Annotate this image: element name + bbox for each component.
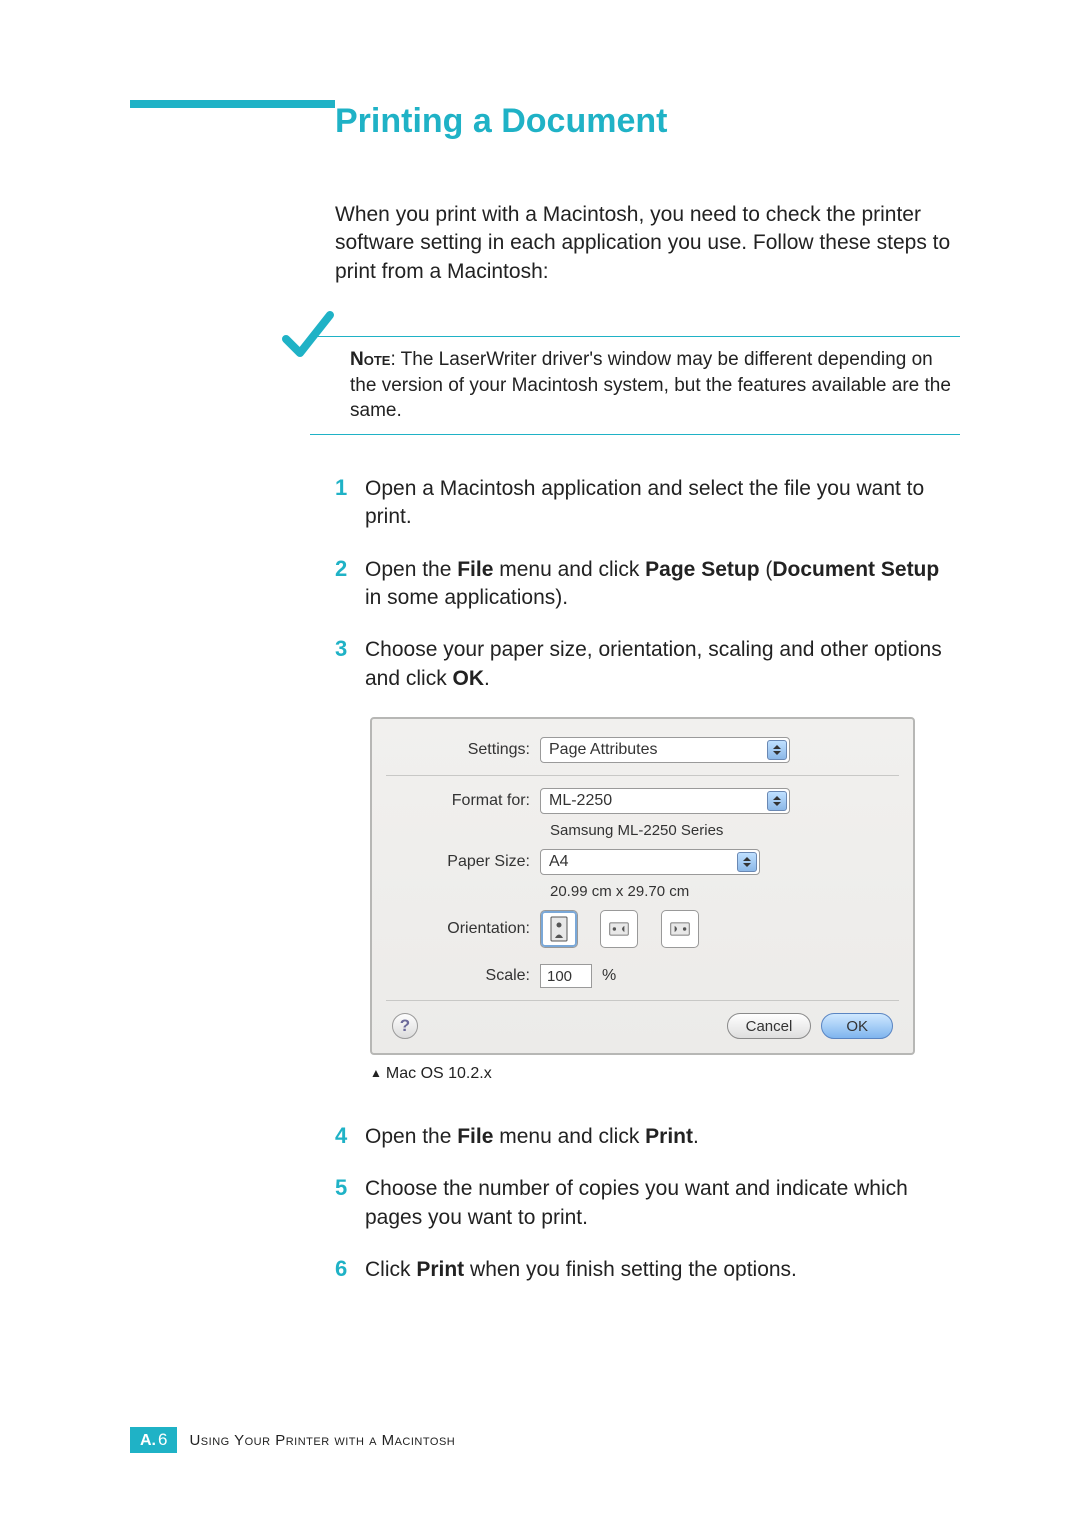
stepper-icon [737,852,757,872]
step-4: 4 Open the File menu and click Print. [335,1123,960,1151]
settings-select[interactable]: Page Attributes [540,737,790,763]
step-number: 3 [335,636,365,662]
step-number: 2 [335,556,365,582]
divider [386,775,899,776]
paper-size-value: A4 [549,853,569,871]
page-heading: Printing a Document [335,102,960,141]
scale-label: Scale: [392,967,540,985]
step-number: 4 [335,1123,365,1149]
format-for-select[interactable]: ML-2250 [540,788,790,814]
orientation-options [540,910,717,948]
step-number: 1 [335,475,365,501]
step-text: Open the File menu and click Print. [365,1123,699,1151]
screenshot-caption: ▲Mac OS 10.2.x [370,1065,960,1083]
orientation-landscape-left-button[interactable] [600,910,638,948]
format-for-value: ML-2250 [549,792,612,810]
settings-value: Page Attributes [549,741,658,759]
step-text: Click Print when you finish setting the … [365,1256,797,1284]
settings-label: Settings: [392,741,540,759]
step-1: 1 Open a Macintosh application and selec… [335,475,960,532]
note-block: Note: The LaserWriter driver's window ma… [310,336,960,435]
note-text: Note: The LaserWriter driver's window ma… [350,347,960,424]
step-number: 5 [335,1175,365,1201]
step-3: 3 Choose your paper size, orientation, s… [335,636,960,693]
format-for-label: Format for: [392,792,540,810]
step-text: Choose your paper size, orientation, sca… [365,636,960,693]
step-2: 2 Open the File menu and click Page Setu… [335,556,960,613]
ok-button[interactable]: OK [821,1013,893,1039]
step-number: 6 [335,1256,365,1282]
triangle-up-icon: ▲ [370,1066,382,1080]
divider [386,1000,899,1001]
orientation-portrait-button[interactable] [540,910,578,948]
page-number-badge: A.6 [130,1427,177,1453]
step-text: Open the File menu and click Page Setup … [365,556,960,613]
footer-text: Using Your Printer with a Macintosh [189,1432,455,1449]
stepper-icon [767,740,787,760]
intro-paragraph: When you print with a Macintosh, you nee… [335,201,960,286]
paper-size-select[interactable]: A4 [540,849,760,875]
page-footer: A.6 Using Your Printer with a Macintosh [130,1427,455,1453]
page-setup-screenshot: Settings: Page Attributes Format for: ML… [370,717,960,1055]
step-text: Open a Macintosh application and select … [365,475,960,532]
note-label: Note [350,349,390,370]
step-text: Choose the number of copies you want and… [365,1175,960,1232]
stepper-icon [767,791,787,811]
orientation-label: Orientation: [392,920,540,938]
steps-list: 1 Open a Macintosh application and selec… [335,475,960,1284]
format-for-subtext: Samsung ML-2250 Series [550,822,893,839]
step-6: 6 Click Print when you finish setting th… [335,1256,960,1284]
step-5: 5 Choose the number of copies you want a… [335,1175,960,1232]
scale-input[interactable]: 100 [540,964,592,988]
section-rule [130,100,335,108]
page-setup-dialog: Settings: Page Attributes Format for: ML… [370,717,915,1055]
paper-size-subtext: 20.99 cm x 29.70 cm [550,883,893,900]
checkmark-icon [280,309,336,370]
note-body: : The LaserWriter driver's window may be… [350,349,951,421]
help-button[interactable]: ? [392,1013,418,1039]
cancel-button[interactable]: Cancel [727,1013,812,1039]
scale-unit: % [602,967,616,985]
orientation-landscape-right-button[interactable] [661,910,699,948]
paper-size-label: Paper Size: [392,853,540,871]
